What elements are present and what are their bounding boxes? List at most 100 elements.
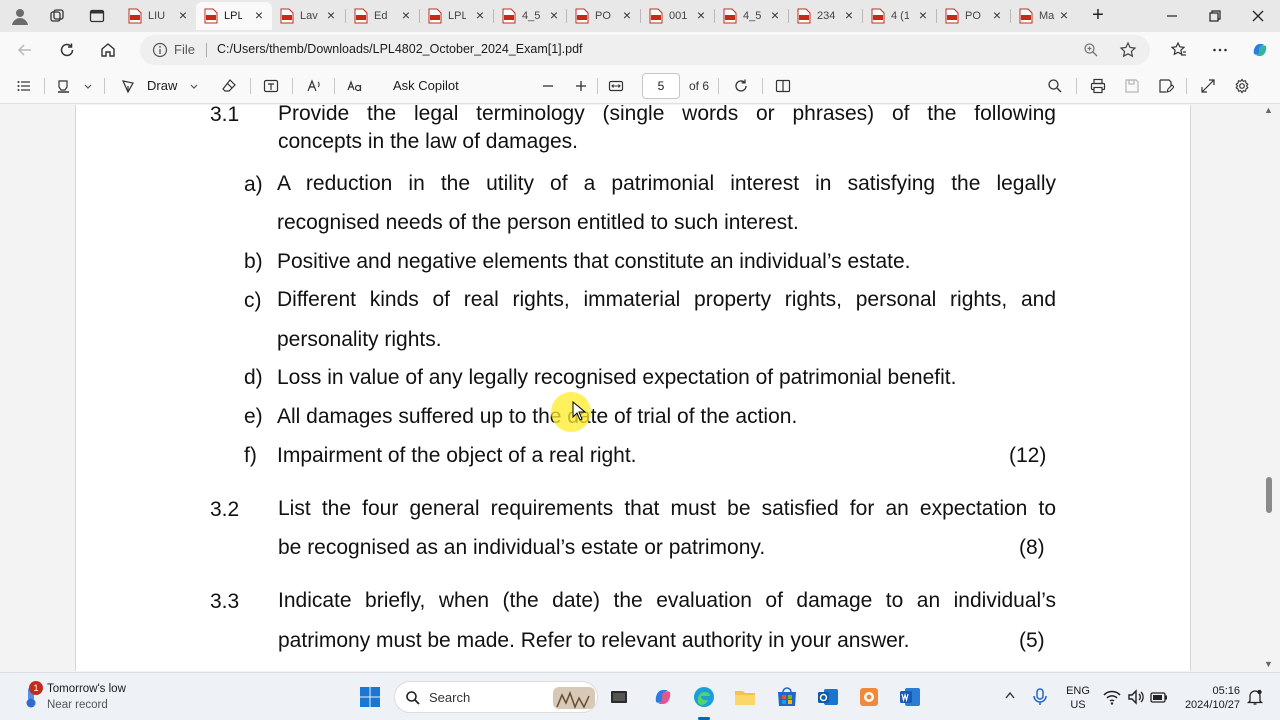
eraser-icon[interactable] bbox=[221, 78, 237, 94]
language-indicator[interactable]: ENG US bbox=[1066, 684, 1090, 712]
outlook-icon[interactable] bbox=[816, 685, 840, 709]
url-scheme-label: File bbox=[174, 42, 195, 57]
weather-title[interactable]: Tomorrow's low bbox=[47, 683, 126, 695]
browser-tab[interactable]: 4_5 × bbox=[715, 2, 788, 30]
refresh-icon[interactable] bbox=[58, 41, 76, 59]
task-view-icon[interactable] bbox=[607, 685, 631, 709]
highlight-icon[interactable] bbox=[56, 78, 72, 94]
tab-close-icon[interactable]: × bbox=[176, 8, 190, 23]
browser-tab[interactable]: LIU × bbox=[120, 2, 196, 30]
browser-tab[interactable]: 4_5 × bbox=[494, 2, 567, 30]
fit-page-icon[interactable] bbox=[608, 78, 624, 94]
chevron-down-icon[interactable] bbox=[188, 78, 200, 94]
page-view-icon[interactable] bbox=[775, 78, 791, 94]
zoom-out-icon[interactable] bbox=[540, 78, 556, 94]
item-text-line: A reduction in the utility of a patrimon… bbox=[277, 172, 1056, 195]
weather-subtitle[interactable]: Near record bbox=[47, 699, 108, 711]
browser-tab[interactable]: Ed × bbox=[346, 2, 419, 30]
save-as-icon[interactable] bbox=[1158, 78, 1174, 94]
scroll-up-icon[interactable]: ▲ bbox=[1264, 105, 1273, 115]
new-tab-button[interactable]: + bbox=[1088, 5, 1108, 26]
volume-icon[interactable] bbox=[1126, 687, 1146, 707]
url-text[interactable]: C:/Users/themb/Downloads/LPL4802_October… bbox=[217, 42, 583, 56]
settings-gear-icon[interactable] bbox=[1234, 78, 1250, 94]
draw-label[interactable]: Draw bbox=[147, 78, 177, 93]
favorite-star-icon[interactable] bbox=[1119, 41, 1137, 59]
copilot-icon[interactable] bbox=[1250, 40, 1270, 60]
favorites-icon[interactable] bbox=[1170, 41, 1188, 59]
page-count-label: of 6 bbox=[689, 79, 710, 93]
zoom-icon[interactable] bbox=[1083, 42, 1099, 58]
store-icon[interactable] bbox=[775, 685, 799, 709]
read-aloud-icon[interactable] bbox=[306, 78, 322, 94]
profile-icon[interactable] bbox=[10, 6, 30, 26]
word-app-icon[interactable] bbox=[898, 685, 922, 709]
zoom-in-icon[interactable] bbox=[573, 78, 589, 94]
tab-close-icon[interactable]: × bbox=[399, 8, 413, 23]
vertical-scrollbar[interactable]: ▲ ▼ bbox=[1262, 105, 1274, 671]
system-clock[interactable]: 05:16 2024/10/27 bbox=[1180, 684, 1240, 712]
file-explorer-icon[interactable] bbox=[733, 685, 757, 709]
taskbar-search-box[interactable]: Search bbox=[394, 681, 598, 713]
close-window-icon[interactable] bbox=[1250, 8, 1266, 24]
wifi-icon[interactable] bbox=[1102, 687, 1122, 707]
tab-close-icon[interactable]: × bbox=[473, 8, 487, 23]
start-windows-icon[interactable] bbox=[358, 685, 382, 709]
browser-tab[interactable]: 4 (1 × bbox=[863, 2, 936, 30]
notification-bell-icon[interactable] bbox=[1246, 688, 1264, 706]
back-icon[interactable] bbox=[16, 41, 34, 59]
browser-tab[interactable]: LPL × bbox=[420, 2, 493, 30]
scroll-down-icon[interactable]: ▼ bbox=[1264, 659, 1273, 669]
tab-close-icon[interactable]: × bbox=[252, 8, 266, 23]
browser-tab-active[interactable]: LPL × bbox=[196, 2, 272, 30]
minimize-icon[interactable] bbox=[1164, 8, 1180, 24]
browser-tab[interactable]: Lav × bbox=[272, 2, 344, 30]
info-icon[interactable] bbox=[152, 42, 168, 58]
home-icon[interactable] bbox=[99, 41, 117, 59]
tab-close-icon[interactable]: × bbox=[768, 8, 782, 23]
tab-close-icon[interactable]: × bbox=[842, 8, 856, 23]
scrollbar-thumb[interactable] bbox=[1266, 477, 1272, 513]
tab-close-icon[interactable]: × bbox=[990, 8, 1004, 23]
pdf-file-icon bbox=[204, 8, 218, 24]
print-icon[interactable] bbox=[1090, 78, 1106, 94]
browser-tab[interactable]: 001 × bbox=[641, 2, 714, 30]
tab-actions-icon[interactable] bbox=[89, 8, 105, 24]
browser-tab[interactable]: PO × bbox=[937, 2, 1010, 30]
contents-icon[interactable] bbox=[16, 78, 32, 94]
microphone-icon[interactable] bbox=[1030, 687, 1050, 707]
browser-tab[interactable]: 234 × bbox=[789, 2, 862, 30]
chevron-down-icon[interactable] bbox=[82, 78, 94, 94]
tab-label: LIU bbox=[148, 10, 166, 22]
tab-close-icon[interactable]: × bbox=[694, 8, 708, 23]
pdf-viewport[interactable]: 3.1 Provide the legal terminology (singl… bbox=[0, 105, 1280, 671]
browser-tab[interactable]: Ma × bbox=[1011, 2, 1077, 30]
draw-icon[interactable] bbox=[120, 78, 136, 94]
restore-icon[interactable] bbox=[1207, 8, 1223, 24]
workspaces-icon[interactable] bbox=[49, 8, 65, 24]
tab-close-icon[interactable]: × bbox=[1057, 8, 1071, 23]
add-text-icon[interactable] bbox=[263, 78, 279, 94]
rotate-icon[interactable] bbox=[733, 78, 749, 94]
show-hidden-icons-chevron[interactable] bbox=[1004, 690, 1016, 700]
browser-tab[interactable]: PO × bbox=[567, 2, 640, 30]
paint-app-icon[interactable] bbox=[857, 685, 881, 709]
copilot-app-icon[interactable] bbox=[651, 685, 675, 709]
fullscreen-icon[interactable] bbox=[1200, 78, 1216, 94]
search-placeholder: Search bbox=[429, 690, 471, 705]
tab-close-icon[interactable]: × bbox=[324, 8, 338, 23]
tab-label: LPL bbox=[224, 10, 242, 22]
tab-close-icon[interactable]: × bbox=[620, 8, 634, 23]
search-icon[interactable] bbox=[1047, 78, 1063, 94]
battery-icon[interactable] bbox=[1149, 687, 1169, 707]
edge-browser-icon[interactable] bbox=[692, 685, 716, 709]
translate-icon[interactable] bbox=[347, 78, 363, 94]
page-number-input[interactable]: 5 bbox=[642, 73, 680, 99]
tab-close-icon[interactable]: × bbox=[547, 8, 561, 23]
more-menu-icon[interactable] bbox=[1211, 41, 1229, 59]
save-icon[interactable] bbox=[1124, 78, 1140, 94]
ask-copilot-button[interactable]: Ask Copilot bbox=[393, 78, 459, 93]
pdf-file-icon bbox=[723, 8, 737, 24]
address-box[interactable]: File C:/Users/themb/Downloads/LPL4802_Oc… bbox=[140, 35, 1150, 65]
tab-close-icon[interactable]: × bbox=[916, 8, 930, 23]
